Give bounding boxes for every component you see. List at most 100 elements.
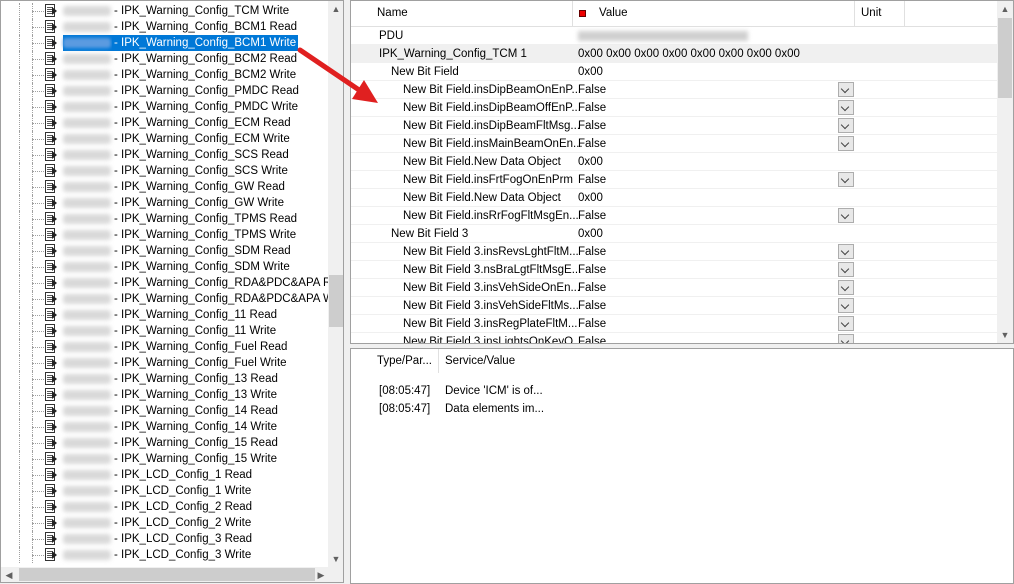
grid-cell-value[interactable]: False (578, 99, 606, 117)
tree-item[interactable]: - IPK_Warning_Config_Fuel Read (1, 339, 328, 355)
scroll-up-icon[interactable]: ▲ (328, 1, 343, 17)
chevron-down-icon[interactable] (838, 298, 854, 313)
grid-cell-value[interactable]: False (578, 81, 606, 99)
tree-item[interactable]: - IPK_Warning_Config_TPMS Write (1, 227, 328, 243)
tree-item[interactable]: - IPK_Warning_Config_15 Write (1, 451, 328, 467)
column-header-service-value[interactable]: Service/Value (439, 349, 539, 373)
grid-cell-value[interactable]: 0x00 (578, 189, 603, 207)
column-header-value[interactable]: Value (573, 1, 855, 26)
tree-item[interactable]: - IPK_LCD_Config_2 Read (1, 499, 328, 515)
column-header-name[interactable]: Name (371, 1, 573, 26)
chevron-down-icon[interactable] (838, 208, 854, 223)
chevron-down-icon[interactable] (838, 244, 854, 259)
grid-row[interactable]: New Bit Field.New Data Object 0x00 (351, 189, 997, 207)
tree-horizontal-scrollbar[interactable]: ◀ ▶ (1, 567, 343, 582)
grid-cell-value[interactable]: False (578, 297, 606, 315)
chevron-down-icon[interactable] (838, 172, 854, 187)
grid-row[interactable]: New Bit Field 3.insRevsLghtFltM... False (351, 243, 997, 261)
grid-row[interactable]: PDU (351, 27, 997, 45)
grid-cell-value[interactable]: False (578, 279, 606, 297)
tree-item[interactable]: - IPK_Warning_Config_13 Write (1, 387, 328, 403)
grid-cell-value[interactable]: False (578, 171, 606, 189)
scroll-up-icon[interactable]: ▲ (997, 1, 1013, 17)
grid-row[interactable]: New Bit Field 3.nsBraLgtFltMsgE... False (351, 261, 997, 279)
scroll-down-icon[interactable]: ▼ (328, 551, 343, 567)
scroll-left-icon[interactable]: ◀ (1, 567, 17, 582)
grid-row[interactable]: New Bit Field.insDipBeamFltMsg... False (351, 117, 997, 135)
redacted-id (63, 438, 111, 448)
grid-row[interactable]: New Bit Field.insRrFogFltMsgEn... False (351, 207, 997, 225)
tree-item[interactable]: - IPK_Warning_Config_GW Read (1, 179, 328, 195)
grid-row[interactable]: New Bit Field 3.insVehSideFltMs... False (351, 297, 997, 315)
tree-item[interactable]: - IPK_Warning_Config_TPMS Read (1, 211, 328, 227)
tree-item[interactable]: - IPK_Warning_Config_RDA&PDC&APA Write (1, 291, 328, 307)
tree-item[interactable]: - IPK_Warning_Config_SDM Read (1, 243, 328, 259)
tree-item[interactable]: - IPK_LCD_Config_3 Read (1, 531, 328, 547)
grid-row[interactable]: IPK_Warning_Config_TCM 1 0x00 0x00 0x00 0… (351, 45, 997, 63)
tree-item[interactable]: - IPK_Warning_Config_13 Read (1, 371, 328, 387)
tree-item[interactable]: - IPK_Warning_Config_11 Read (1, 307, 328, 323)
tree-item[interactable]: - IPK_Warning_Config_14 Read (1, 403, 328, 419)
tree-item[interactable]: - IPK_Warning_Config_ECM Write (1, 131, 328, 147)
tree-item[interactable]: - IPK_Warning_Config_PMDC Write (1, 99, 328, 115)
grid-cell-value[interactable]: False (578, 243, 606, 261)
tree-item[interactable]: - IPK_Warning_Config_PMDC Read (1, 83, 328, 99)
tree-item[interactable]: - IPK_Warning_Config_SCS Read (1, 147, 328, 163)
tree-item[interactable]: - IPK_Warning_Config_Fuel Write (1, 355, 328, 371)
tree-item[interactable]: - IPK_LCD_Config_2 Write (1, 515, 328, 531)
chevron-down-icon[interactable] (838, 100, 854, 115)
tree-item[interactable]: - IPK_Warning_Config_BCM2 Read (1, 51, 328, 67)
column-header-unit[interactable]: Unit (855, 1, 905, 26)
grid-vertical-scrollbar[interactable]: ▲ ▼ (997, 1, 1013, 343)
tree-item[interactable]: - IPK_Warning_Config_SDM Write (1, 259, 328, 275)
grid-cell-value[interactable]: 0x00 (578, 225, 603, 243)
grid-row[interactable]: New Bit Field 3.insRegPlateFltM... False (351, 315, 997, 333)
scroll-down-icon[interactable]: ▼ (997, 327, 1013, 343)
tree-vertical-scrollbar[interactable]: ▲ ▼ (328, 1, 343, 567)
grid-row[interactable]: New Bit Field 3.insLightsOnKeyO... False (351, 333, 997, 343)
tree-horizontal-scroll-thumb[interactable] (19, 568, 315, 581)
grid-row[interactable]: New Bit Field.insDipBeamOffEnP... False (351, 99, 997, 117)
chevron-down-icon[interactable] (838, 280, 854, 295)
tree-vertical-scroll-thumb[interactable] (329, 275, 343, 327)
grid-cell-value[interactable]: False (578, 207, 606, 225)
tree-item[interactable]: - IPK_Warning_Config_GW Write (1, 195, 328, 211)
grid-cell-value[interactable]: False (578, 333, 606, 343)
tree-item[interactable]: - IPK_Warning_Config_TCM Write (1, 3, 328, 19)
tree-item[interactable]: - IPK_Warning_Config_15 Read (1, 435, 328, 451)
tree-item[interactable]: - IPK_LCD_Config_3 Write (1, 547, 328, 563)
tree-item[interactable]: - IPK_LCD_Config_1 Read (1, 467, 328, 483)
grid-cell-value[interactable]: 0x00 (578, 63, 603, 81)
tree-item[interactable]: - IPK_Warning_Config_BCM1 Read (1, 19, 328, 35)
grid-cell-value[interactable]: 0x00 (578, 153, 603, 171)
grid-cell-value[interactable]: False (578, 117, 606, 135)
tree-item[interactable]: - IPK_Warning_Config_BCM1 Write (1, 35, 328, 51)
chevron-down-icon[interactable] (838, 262, 854, 277)
chevron-down-icon[interactable] (838, 334, 854, 343)
chevron-down-icon[interactable] (838, 316, 854, 331)
grid-row[interactable]: New Bit Field.insDipBeamOnEnP... False (351, 81, 997, 99)
tree-item[interactable]: - IPK_Warning_Config_SCS Write (1, 163, 328, 179)
tree-item[interactable]: - IPK_Warning_Config_ECM Read (1, 115, 328, 131)
grid-row[interactable]: New Bit Field 3.insVehSideOnEn... False (351, 279, 997, 297)
tree-item[interactable]: - IPK_Warning_Config_14 Write (1, 419, 328, 435)
grid-cell-value[interactable]: False (578, 135, 606, 153)
scroll-right-icon[interactable]: ▶ (313, 567, 329, 582)
grid-row[interactable]: New Bit Field.New Data Object 0x00 (351, 153, 997, 171)
grid-row[interactable]: New Bit Field.insFrtFogOnEnPrm False (351, 171, 997, 189)
grid-row[interactable]: New Bit Field.insMainBeamOnEn... False (351, 135, 997, 153)
column-header-type[interactable]: Type/Par... (371, 349, 439, 373)
tree-item[interactable]: - IPK_Warning_Config_11 Write (1, 323, 328, 339)
tree-item[interactable]: - IPK_Warning_Config_RDA&PDC&APA Read (1, 275, 328, 291)
grid-cell-value[interactable]: False (578, 261, 606, 279)
grid-vertical-scroll-thumb[interactable] (998, 18, 1012, 98)
grid-cell-value[interactable]: False (578, 315, 606, 333)
grid-row[interactable]: New Bit Field 3 0x00 (351, 225, 997, 243)
grid-cell-value[interactable]: 0x00 0x00 0x00 0x00 0x00 0x00 0x00 0x00 (578, 45, 800, 63)
chevron-down-icon[interactable] (838, 118, 854, 133)
grid-row[interactable]: New Bit Field 0x00 (351, 63, 997, 81)
tree-item[interactable]: - IPK_LCD_Config_1 Write (1, 483, 328, 499)
chevron-down-icon[interactable] (838, 82, 854, 97)
chevron-down-icon[interactable] (838, 136, 854, 151)
tree-item[interactable]: - IPK_Warning_Config_BCM2 Write (1, 67, 328, 83)
